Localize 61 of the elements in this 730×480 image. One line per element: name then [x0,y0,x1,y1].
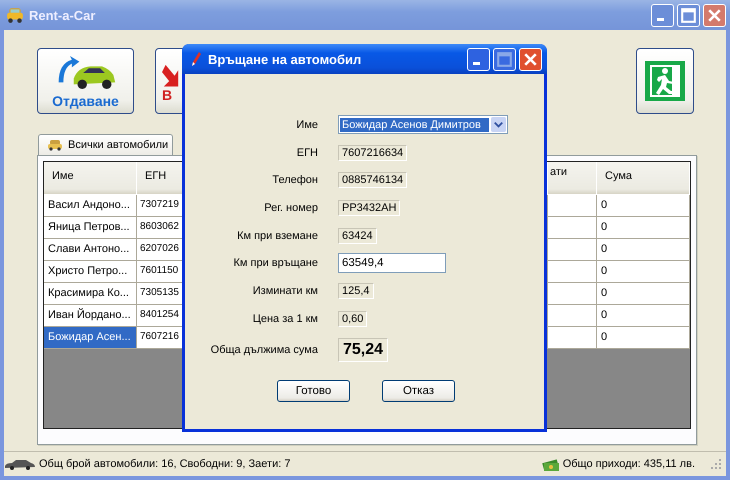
total-field: 75,24 [338,338,388,362]
name-dropdown[interactable]: Божидар Асенов Димитров [338,115,508,134]
field-label: Телефон [271,174,318,186]
taxi-icon [47,139,63,151]
minimize-button[interactable] [651,4,674,26]
table-cell: Слави Антоно... [44,239,137,261]
table-cell [548,305,597,327]
window-title: Rent-a-Car [29,8,96,22]
status-text: Общо приходи: 435,11 лв. [562,458,695,470]
table-cell [548,261,597,283]
table-cell: 0 [597,327,690,349]
exit-sign-icon [645,61,685,101]
input-field[interactable]: 63549,4 [338,253,446,274]
column-header[interactable]: ати [548,162,597,194]
field-label: Рег. номер [263,202,318,214]
close-button[interactable] [519,48,542,70]
readonly-field: 0885746134 [338,172,408,188]
dialog-button[interactable]: Готово [277,380,350,402]
table-cell: 0 [597,305,690,327]
field-label: ЕГН [296,146,318,159]
table-cell: 0 [597,261,690,283]
field-label: Име [295,118,318,131]
pen-icon [190,51,202,67]
table-cell [548,327,597,349]
table-cell: 0 [597,283,690,305]
readonly-field: PP3432AH [338,200,400,216]
table-cell: 0 [597,217,690,239]
minimize-button[interactable] [467,48,490,70]
table-cell: Христо Петро... [44,261,137,283]
taxi-icon [6,6,24,24]
resize-grip-icon[interactable] [710,458,722,470]
dialog-button[interactable]: Отказ [382,380,455,402]
table-cell: 0 [597,195,690,217]
field-label: Изминати км [252,284,318,297]
dialog-title: Връщане на автомобил [208,52,362,66]
close-button[interactable] [703,4,726,26]
field-label: Км при вземане [236,230,318,242]
readonly-field: 7607216634 [338,144,408,161]
give-car-button[interactable]: Отдаване [37,48,134,114]
column-header[interactable]: Име [44,162,137,194]
table-cell: Божидар Асен... [44,327,137,349]
car-icon [4,458,36,470]
table-cell: Яница Петров... [44,217,137,239]
minimize-icon [473,62,480,64]
tab[interactable]: Всички автомобили [38,134,174,155]
minimize-icon [657,18,664,20]
field-label: Цена за 1 км [252,312,318,325]
column-header[interactable]: Сума [597,162,690,194]
table-cell: Красимира Ко... [44,283,137,305]
table-cell: Васил Андоно... [44,195,137,217]
table-cell [548,283,597,305]
table-cell: 0 [597,239,690,261]
status-text: Общ брой автомобили: 16, Свободни: 9, Заети: 7 [39,458,290,470]
table-cell: Иван Йордано... [44,305,137,327]
readonly-field: 63424 [338,228,377,244]
readonly-field: 0,60 [338,310,368,327]
readonly-field: 125,4 [338,282,374,299]
exit-button[interactable] [636,48,694,114]
maximize-button[interactable] [677,4,700,26]
table-cell [548,239,597,261]
table-cell [548,217,597,239]
